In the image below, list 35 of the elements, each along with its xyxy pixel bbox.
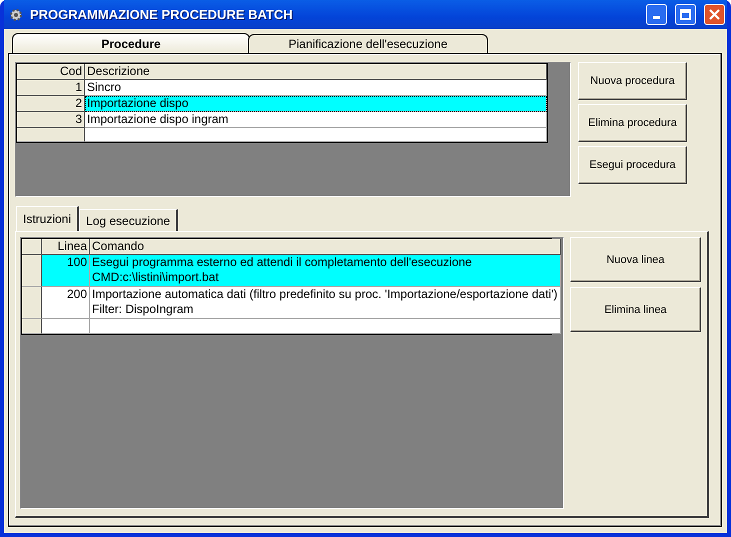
tab[interactable]: Pianificazione dell'esecuzione xyxy=(248,34,488,53)
column-header: Descrizione xyxy=(85,64,547,80)
table-cell: 3 xyxy=(17,112,85,128)
minimize-button[interactable] xyxy=(646,4,667,25)
gear-icon xyxy=(8,6,24,22)
column-header xyxy=(22,239,42,255)
table-cell[interactable]: Esegui programma esterno ed attendi il completamento dell'esecuzione CMD:c:\listini\import.bat xyxy=(90,255,560,287)
tab[interactable]: Log esecuzione xyxy=(79,209,178,231)
line-button[interactable]: Elimina linea xyxy=(570,287,701,332)
table-cell[interactable]: Sincro xyxy=(85,80,547,96)
column-header: Linea xyxy=(42,239,90,255)
tab[interactable]: Istruzioni xyxy=(16,206,80,231)
tab[interactable]: Procedure xyxy=(12,33,250,53)
table-cell: 200 xyxy=(42,287,90,319)
table-cell: 2 xyxy=(17,96,85,112)
row-header-cell xyxy=(17,128,85,142)
column-header: Comando xyxy=(90,239,560,255)
line-button[interactable]: Nuova linea xyxy=(570,237,701,282)
row-header-cell xyxy=(22,287,42,319)
table-cell: 100 xyxy=(42,255,90,287)
procedure-button[interactable]: Nuova procedura xyxy=(578,62,687,100)
column-header: Cod xyxy=(17,64,85,80)
window-title: PROGRAMMAZIONE PROCEDURE BATCH xyxy=(30,7,294,22)
close-button[interactable] xyxy=(704,4,725,25)
table-cell[interactable]: Importazione dispo ingram xyxy=(85,112,547,128)
row-header-cell xyxy=(22,319,42,334)
table-cell[interactable]: Importazione dispo xyxy=(85,96,547,112)
row-header-cell xyxy=(22,255,42,287)
close-icon xyxy=(709,9,720,20)
procedure-button[interactable]: Elimina procedura xyxy=(578,104,687,142)
maximize-icon xyxy=(680,9,691,20)
maximize-button[interactable] xyxy=(675,4,696,25)
table-cell: 1 xyxy=(17,80,85,96)
table-cell[interactable]: Importazione automatica dati (filtro predefinito su proc. 'Importazione/esportazione dati') Filter: DispoIngram xyxy=(90,287,560,319)
procedure-button[interactable]: Esegui procedura xyxy=(578,146,687,184)
